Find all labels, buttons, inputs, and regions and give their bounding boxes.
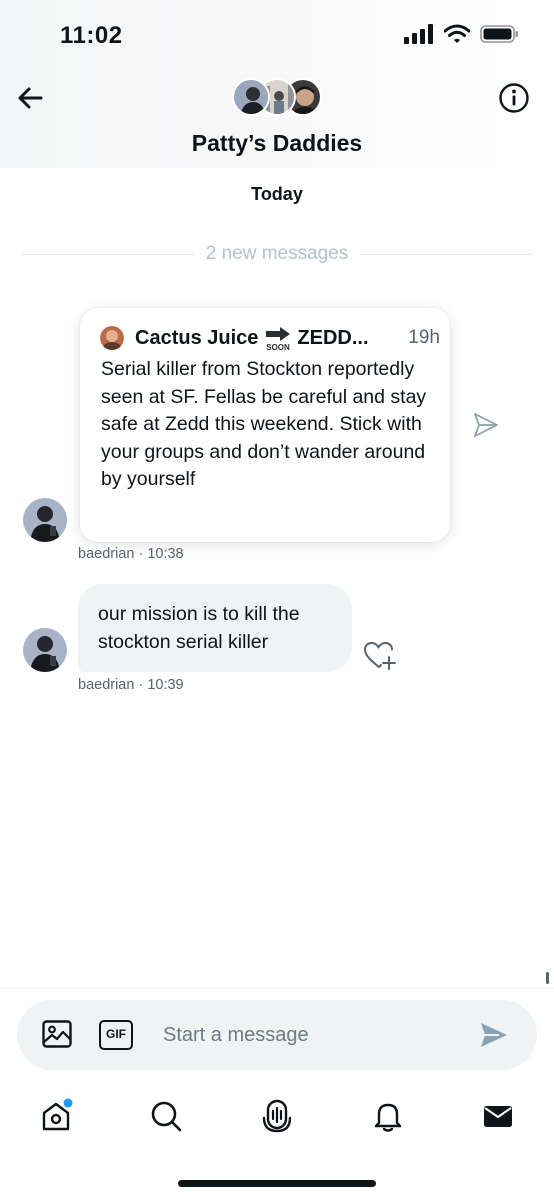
new-messages-label: 2 new messages (205, 243, 349, 264)
group-title[interactable]: Patty’s Daddies (0, 130, 554, 157)
back-button[interactable] (14, 82, 46, 114)
add-gif-button[interactable]: GIF (99, 1020, 133, 1050)
sender-avatar[interactable] (23, 628, 67, 672)
shared-tweet-text: Serial killer from Stockton reportedly s… (101, 358, 427, 490)
send-share-icon (474, 413, 498, 437)
image-icon (42, 1020, 72, 1048)
message-input[interactable] (163, 1016, 463, 1054)
envelope-icon (484, 1106, 512, 1127)
home-notification-badge (63, 1098, 73, 1108)
cellular-signal-icon (404, 24, 433, 44)
tab-messages[interactable] (476, 1094, 520, 1138)
soon-arrow-icon: SOON (266, 327, 291, 351)
shared-tweet-timestamp: 19h (408, 327, 440, 348)
bell-icon (374, 1103, 402, 1132)
home-icon (42, 1098, 73, 1131)
bottom-tab-bar (0, 1094, 554, 1144)
status-icons (404, 24, 520, 44)
conversation-info-button[interactable] (498, 82, 530, 114)
shared-tweet-author-name: Cactus Juice (135, 326, 259, 349)
scrollbar[interactable] (546, 972, 549, 984)
shared-tweet-header: Cactus Juice SOON ZEDD... 19h (100, 324, 440, 352)
battery-icon (480, 25, 518, 43)
status-time: 11:02 (60, 22, 123, 49)
search-icon (151, 1101, 182, 1132)
status-bar: 11:02 (0, 0, 554, 70)
heart-plus-icon (363, 641, 396, 670)
send-icon (481, 1023, 507, 1047)
shared-tweet-author-name-suffix: ZEDD... (297, 326, 369, 349)
soon-label: SOON (267, 343, 291, 351)
send-message-button[interactable] (479, 1020, 509, 1050)
new-messages-divider: 2 new messages (22, 240, 533, 268)
divider-line (22, 253, 194, 255)
tab-home[interactable] (34, 1094, 78, 1138)
share-tweet-button[interactable] (473, 412, 499, 438)
message-composer: GIF (17, 1000, 537, 1070)
info-icon (499, 83, 529, 113)
shared-tweet-author-avatar (100, 326, 124, 350)
spaces-icon (262, 1099, 292, 1133)
add-reaction-button[interactable] (362, 640, 398, 672)
arrow-left-icon (18, 87, 43, 109)
message-bubble[interactable]: our mission is to kill the stockton seri… (78, 584, 352, 672)
tab-spaces[interactable] (255, 1094, 299, 1138)
add-photo-button[interactable] (41, 1018, 73, 1050)
group-avatars[interactable] (232, 78, 324, 118)
shared-tweet-card[interactable]: Cactus Juice SOON ZEDD... 19h Serial kil… (80, 308, 450, 542)
tab-notifications[interactable] (366, 1094, 410, 1138)
divider-line (360, 253, 533, 255)
date-separator: Today (251, 184, 303, 204)
message-meta: baedrian · 10:38 (78, 546, 184, 562)
tab-search[interactable] (144, 1094, 188, 1138)
message-meta: baedrian · 10:39 (78, 677, 184, 693)
member-avatar (232, 78, 270, 116)
wifi-icon (444, 24, 470, 43)
home-indicator (178, 1180, 376, 1187)
composer-divider (0, 988, 554, 989)
sender-avatar[interactable] (23, 498, 67, 542)
